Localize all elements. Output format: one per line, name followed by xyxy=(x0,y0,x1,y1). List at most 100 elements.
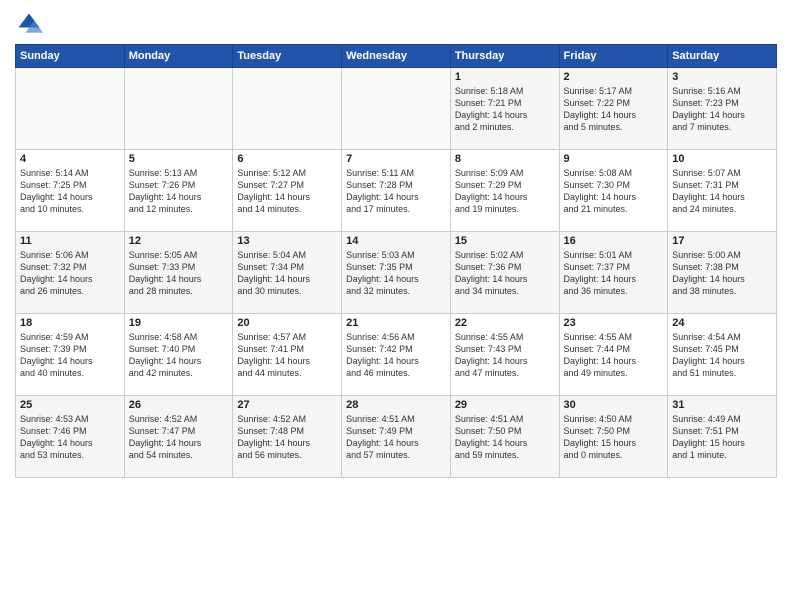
day-number: 6 xyxy=(237,153,337,165)
calendar-week-3: 11 Sunrise: 5:06 AM Sunset: 7:32 PM Dayli… xyxy=(16,232,777,314)
header xyxy=(15,10,777,38)
logo xyxy=(15,10,47,38)
calendar-cell: 11 Sunrise: 5:06 AM Sunset: 7:32 PM Dayli… xyxy=(16,232,125,314)
day-number: 8 xyxy=(455,153,555,165)
calendar-cell: 18 Sunrise: 4:59 AM Sunset: 7:39 PM Dayli… xyxy=(16,314,125,396)
day-content: Sunrise: 4:49 AM Sunset: 7:51 PM Dayligh… xyxy=(672,413,772,462)
day-content: Sunrise: 5:12 AM Sunset: 7:27 PM Dayligh… xyxy=(237,167,337,216)
calendar-cell: 5 Sunrise: 5:13 AM Sunset: 7:26 PM Daylig… xyxy=(124,150,233,232)
day-content: Sunrise: 5:03 AM Sunset: 7:35 PM Dayligh… xyxy=(346,249,446,298)
calendar-cell: 12Sunrise: 5:05 AM Sunset: 7:33 PM Dayli… xyxy=(124,232,233,314)
day-number: 23 xyxy=(564,317,664,329)
calendar-cell: 29 Sunrise: 4:51 AM Sunset: 7:50 PM Dayli… xyxy=(450,396,559,478)
day-content: Sunrise: 4:51 AM Sunset: 7:50 PM Dayligh… xyxy=(455,413,555,462)
weekday-header-row: SundayMondayTuesdayWednesdayThursdayFrid… xyxy=(16,45,777,68)
day-content: Sunrise: 4:53 AM Sunset: 7:46 PM Dayligh… xyxy=(20,413,120,462)
calendar-cell: 2 Sunrise: 5:17 AM Sunset: 7:22 PM Daylig… xyxy=(559,68,668,150)
calendar-cell: 9 Sunrise: 5:08 AM Sunset: 7:30 PM Daylig… xyxy=(559,150,668,232)
day-number: 16 xyxy=(564,235,664,247)
day-number: 15 xyxy=(455,235,555,247)
day-content: Sunrise: 5:14 AM Sunset: 7:25 PM Dayligh… xyxy=(20,167,120,216)
calendar-cell: 23 Sunrise: 4:55 AM Sunset: 7:44 PM Dayli… xyxy=(559,314,668,396)
day-number: 11 xyxy=(20,235,120,247)
day-content: Sunrise: 4:56 AM Sunset: 7:42 PM Dayligh… xyxy=(346,331,446,380)
day-content: Sunrise: 4:54 AM Sunset: 7:45 PM Dayligh… xyxy=(672,331,772,380)
weekday-header-tuesday: Tuesday xyxy=(233,45,342,68)
day-content: Sunrise: 5:08 AM Sunset: 7:30 PM Dayligh… xyxy=(564,167,664,216)
calendar-week-4: 18 Sunrise: 4:59 AM Sunset: 7:39 PM Dayli… xyxy=(16,314,777,396)
weekday-header-wednesday: Wednesday xyxy=(342,45,451,68)
day-content: Sunrise: 4:55 AM Sunset: 7:44 PM Dayligh… xyxy=(564,331,664,380)
day-number: 30 xyxy=(564,399,664,411)
calendar-cell: 19Sunrise: 4:58 AM Sunset: 7:40 PM Dayli… xyxy=(124,314,233,396)
day-number: 7 xyxy=(346,153,446,165)
calendar-cell: 20 Sunrise: 4:57 AM Sunset: 7:41 PM Dayli… xyxy=(233,314,342,396)
calendar-cell: 3 Sunrise: 5:16 AM Sunset: 7:23 PM Daylig… xyxy=(668,68,777,150)
day-content: Sunrise: 4:57 AM Sunset: 7:41 PM Dayligh… xyxy=(237,331,337,380)
calendar-cell xyxy=(16,68,125,150)
day-content: Sunrise: 5:16 AM Sunset: 7:23 PM Dayligh… xyxy=(672,85,772,134)
day-number: 24 xyxy=(672,317,772,329)
day-number: 18 xyxy=(20,317,120,329)
main-container: SundayMondayTuesdayWednesdayThursdayFrid… xyxy=(0,0,792,612)
day-content: Sunrise: 5:13 AM Sunset: 7:26 PM Dayligh… xyxy=(129,167,229,216)
day-number: 19 xyxy=(129,317,229,329)
weekday-header-sunday: Sunday xyxy=(16,45,125,68)
calendar-cell: 13Sunrise: 5:04 AM Sunset: 7:34 PM Dayli… xyxy=(233,232,342,314)
day-content: Sunrise: 5:11 AM Sunset: 7:28 PM Dayligh… xyxy=(346,167,446,216)
day-content: Sunrise: 5:18 AM Sunset: 7:21 PM Dayligh… xyxy=(455,85,555,134)
day-content: Sunrise: 4:59 AM Sunset: 7:39 PM Dayligh… xyxy=(20,331,120,380)
day-number: 20 xyxy=(237,317,337,329)
calendar-cell: 22Sunrise: 4:55 AM Sunset: 7:43 PM Dayli… xyxy=(450,314,559,396)
day-number: 21 xyxy=(346,317,446,329)
day-number: 5 xyxy=(129,153,229,165)
weekday-header-saturday: Saturday xyxy=(668,45,777,68)
calendar-cell: 8 Sunrise: 5:09 AM Sunset: 7:29 PM Daylig… xyxy=(450,150,559,232)
day-number: 22 xyxy=(455,317,555,329)
day-number: 17 xyxy=(672,235,772,247)
day-number: 1 xyxy=(455,71,555,83)
day-number: 2 xyxy=(564,71,664,83)
calendar-cell xyxy=(233,68,342,150)
day-content: Sunrise: 5:07 AM Sunset: 7:31 PM Dayligh… xyxy=(672,167,772,216)
day-content: Sunrise: 4:50 AM Sunset: 7:50 PM Dayligh… xyxy=(564,413,664,462)
day-number: 26 xyxy=(129,399,229,411)
calendar-week-2: 4 Sunrise: 5:14 AM Sunset: 7:25 PM Daylig… xyxy=(16,150,777,232)
day-number: 31 xyxy=(672,399,772,411)
calendar-cell: 10 Sunrise: 5:07 AM Sunset: 7:31 PM Dayli… xyxy=(668,150,777,232)
day-number: 4 xyxy=(20,153,120,165)
day-content: Sunrise: 5:06 AM Sunset: 7:32 PM Dayligh… xyxy=(20,249,120,298)
calendar-table: SundayMondayTuesdayWednesdayThursdayFrid… xyxy=(15,44,777,478)
calendar-cell: 27 Sunrise: 4:52 AM Sunset: 7:48 PM Dayli… xyxy=(233,396,342,478)
day-content: Sunrise: 5:05 AM Sunset: 7:33 PM Dayligh… xyxy=(129,249,229,298)
day-content: Sunrise: 4:51 AM Sunset: 7:49 PM Dayligh… xyxy=(346,413,446,462)
calendar-week-1: 1 Sunrise: 5:18 AM Sunset: 7:21 PM Daylig… xyxy=(16,68,777,150)
calendar-cell: 25Sunrise: 4:53 AM Sunset: 7:46 PM Dayli… xyxy=(16,396,125,478)
day-content: Sunrise: 5:17 AM Sunset: 7:22 PM Dayligh… xyxy=(564,85,664,134)
weekday-header-thursday: Thursday xyxy=(450,45,559,68)
day-number: 29 xyxy=(455,399,555,411)
weekday-header-monday: Monday xyxy=(124,45,233,68)
calendar-cell: 28 Sunrise: 4:51 AM Sunset: 7:49 PM Dayli… xyxy=(342,396,451,478)
logo-icon xyxy=(15,10,43,38)
day-content: Sunrise: 5:09 AM Sunset: 7:29 PM Dayligh… xyxy=(455,167,555,216)
calendar-cell: 15Sunrise: 5:02 AM Sunset: 7:36 PM Dayli… xyxy=(450,232,559,314)
day-content: Sunrise: 4:52 AM Sunset: 7:48 PM Dayligh… xyxy=(237,413,337,462)
day-number: 3 xyxy=(672,71,772,83)
calendar-cell: 1 Sunrise: 5:18 AM Sunset: 7:21 PM Daylig… xyxy=(450,68,559,150)
calendar-cell xyxy=(124,68,233,150)
calendar-cell xyxy=(342,68,451,150)
calendar-week-5: 25Sunrise: 4:53 AM Sunset: 7:46 PM Dayli… xyxy=(16,396,777,478)
day-number: 27 xyxy=(237,399,337,411)
calendar-cell: 14Sunrise: 5:03 AM Sunset: 7:35 PM Dayli… xyxy=(342,232,451,314)
calendar-cell: 31 Sunrise: 4:49 AM Sunset: 7:51 PM Dayli… xyxy=(668,396,777,478)
calendar-cell: 7 Sunrise: 5:11 AM Sunset: 7:28 PM Daylig… xyxy=(342,150,451,232)
day-number: 9 xyxy=(564,153,664,165)
calendar-cell: 21 Sunrise: 4:56 AM Sunset: 7:42 PM Dayli… xyxy=(342,314,451,396)
calendar-cell: 30 Sunrise: 4:50 AM Sunset: 7:50 PM Dayli… xyxy=(559,396,668,478)
day-number: 10 xyxy=(672,153,772,165)
calendar-cell: 16Sunrise: 5:01 AM Sunset: 7:37 PM Dayli… xyxy=(559,232,668,314)
calendar-cell: 24 Sunrise: 4:54 AM Sunset: 7:45 PM Dayli… xyxy=(668,314,777,396)
day-number: 28 xyxy=(346,399,446,411)
calendar-cell: 17Sunrise: 5:00 AM Sunset: 7:38 PM Dayli… xyxy=(668,232,777,314)
